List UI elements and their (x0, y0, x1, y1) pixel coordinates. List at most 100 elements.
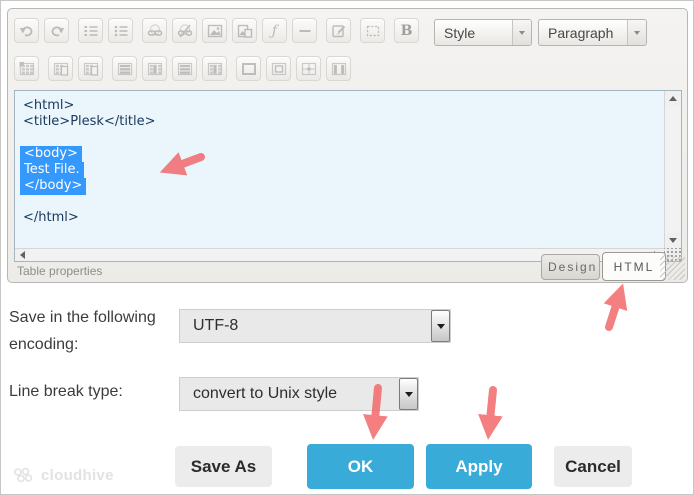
toolbar-row-1: ƒB (14, 18, 428, 43)
scroll-up-icon (669, 92, 677, 101)
toolbar-group: ƒ (142, 18, 317, 43)
redo-icon (49, 23, 65, 39)
insert-link-icon (147, 23, 163, 39)
line-break-select[interactable]: convert to Unix style (179, 377, 419, 411)
style-dropdown[interactable]: Style (434, 19, 532, 46)
insert-row-after-button[interactable] (142, 56, 167, 81)
insert-row-after-icon (147, 61, 163, 77)
watermark: cloudhive (13, 467, 114, 484)
insert-image-button[interactable] (202, 18, 227, 43)
split-cells-button[interactable] (296, 56, 321, 81)
line-break-select-value: convert to Unix style (193, 378, 337, 410)
insert-column-after-icon (241, 61, 257, 77)
toolbar-group (14, 56, 39, 81)
scroll-left-button[interactable] (15, 249, 30, 261)
toolbar-group (48, 56, 103, 81)
delete-column-button[interactable] (266, 56, 291, 81)
paragraph-dropdown[interactable]: Paragraph (538, 19, 647, 46)
insert-image-icon (207, 23, 223, 39)
file-editor-window: ƒB Style Paragraph <html><title>Plesk</t… (0, 0, 694, 495)
code-line: </body> (23, 178, 664, 194)
insert-row-before-icon (117, 61, 133, 77)
save-as-button[interactable]: Save As (175, 446, 272, 487)
scroll-left-icon (16, 251, 25, 259)
chevron-down-icon (437, 324, 445, 333)
chevron-down-icon (634, 31, 640, 38)
code-line (23, 194, 664, 210)
insert-row-before-button[interactable] (112, 56, 137, 81)
arrow-to-html-tab (609, 293, 620, 327)
toolbar-group (360, 18, 385, 43)
merge-cells-icon (331, 61, 347, 77)
insert-column-after-button[interactable] (236, 56, 261, 81)
code-line: <body> (23, 146, 664, 162)
vertical-scrollbar[interactable] (664, 91, 681, 248)
status-bar-text: Table properties (17, 264, 102, 278)
style-dropdown-value: Style (435, 25, 512, 41)
code-content[interactable]: <html><title>Plesk</title> <body>Test Fi… (15, 91, 664, 248)
toolbar-group (326, 18, 351, 43)
edit-html-source-button[interactable] (326, 18, 351, 43)
dropdown-arrow-button[interactable] (431, 310, 450, 342)
scroll-down-button[interactable] (665, 233, 681, 248)
selected-code-text: <body> (20, 146, 82, 163)
remove-link-button[interactable] (172, 18, 197, 43)
show-blocks-icon (365, 23, 381, 39)
table-cell-properties-icon (83, 61, 99, 77)
insert-flash-icon: ƒ (272, 23, 277, 39)
tab-design[interactable]: Design (541, 254, 600, 280)
paste-image-button[interactable] (232, 18, 257, 43)
tab-html[interactable]: HTML (602, 252, 666, 281)
code-line (23, 130, 664, 146)
horizontal-rule-button[interactable] (292, 18, 317, 43)
ordered-list-icon (83, 23, 99, 39)
insert-table-icon (19, 61, 35, 77)
toolbar-group (112, 56, 227, 81)
delete-row-button[interactable] (172, 56, 197, 81)
insert-table-button[interactable] (14, 56, 39, 81)
editor-resize-grip[interactable] (660, 255, 685, 280)
insert-link-button[interactable] (142, 18, 167, 43)
dropdown-arrow-button[interactable] (512, 20, 531, 45)
line-break-label: Line break type: (9, 378, 123, 405)
show-blocks-button[interactable] (360, 18, 385, 43)
undo-icon (19, 23, 35, 39)
undo-button[interactable] (14, 18, 39, 43)
toolbar-group (14, 18, 69, 43)
chevron-down-icon (519, 31, 525, 38)
remove-link-icon (177, 23, 193, 39)
redo-button[interactable] (44, 18, 69, 43)
cancel-button[interactable]: Cancel (554, 446, 632, 487)
paragraph-dropdown-value: Paragraph (539, 25, 627, 41)
cloudhive-logo-icon (13, 467, 35, 484)
code-line: <title>Plesk</title> (23, 114, 664, 130)
toolbar-group: B (394, 18, 419, 43)
ordered-list-button[interactable] (78, 18, 103, 43)
html-source-textarea[interactable]: <html><title>Plesk</title> <body>Test Fi… (14, 90, 682, 262)
scroll-up-button[interactable] (665, 91, 681, 106)
delete-column-icon (271, 61, 287, 77)
split-cells-icon (301, 61, 317, 77)
delete-row-icon (177, 61, 193, 77)
insert-column-before-button[interactable] (202, 56, 227, 81)
insert-flash-button[interactable]: ƒ (262, 18, 287, 43)
toolbar-group (78, 18, 133, 43)
bold-button[interactable]: B (394, 18, 419, 43)
encoding-select[interactable]: UTF-8 (179, 309, 451, 343)
toolbar-row-2 (14, 56, 360, 81)
dropdown-arrow-button[interactable] (399, 378, 418, 410)
insert-column-before-icon (207, 61, 223, 77)
code-line: </html> (23, 210, 664, 226)
unordered-list-button[interactable] (108, 18, 133, 43)
dropdown-arrow-button[interactable] (627, 20, 646, 45)
arrow-to-apply-button (489, 390, 493, 430)
encoding-select-value: UTF-8 (193, 310, 238, 342)
chevron-down-icon (405, 392, 413, 401)
ok-button[interactable]: OK (307, 444, 414, 489)
watermark-text: cloudhive (41, 467, 114, 484)
merge-cells-button[interactable] (326, 56, 351, 81)
table-cell-properties-button[interactable] (78, 56, 103, 81)
apply-button[interactable]: Apply (426, 444, 532, 489)
table-row-properties-button[interactable] (48, 56, 73, 81)
horizontal-rule-icon (297, 23, 313, 39)
